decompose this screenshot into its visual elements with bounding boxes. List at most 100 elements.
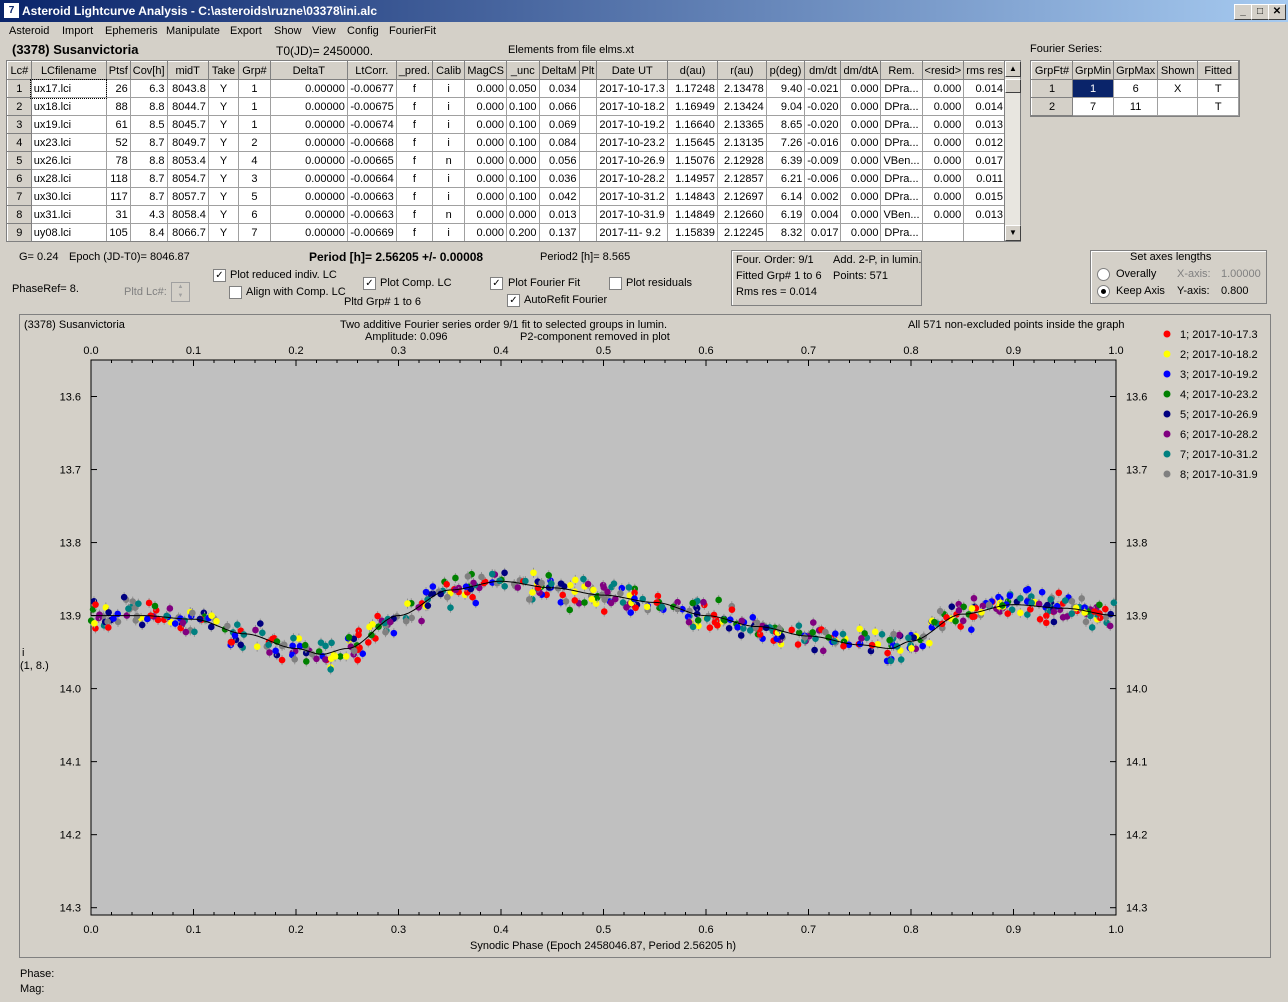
data-point <box>237 641 245 649</box>
data-point <box>1096 601 1103 609</box>
data-point <box>584 580 592 588</box>
data-point <box>179 619 187 626</box>
y-axis-label: i <box>22 647 25 659</box>
data-point <box>278 656 286 664</box>
y-tick-label: 14.1 <box>60 757 81 769</box>
legend-marker <box>1163 450 1171 458</box>
y-tick-label: 14.3 <box>60 903 81 915</box>
y-tick-label: 13.6 <box>60 392 81 404</box>
data-point <box>444 593 451 601</box>
legend-label: 2; 2017-10-18.2 <box>1180 349 1258 361</box>
x-tick-label-top: 0.6 <box>698 345 713 357</box>
legend-label: 4; 2017-10-23.2 <box>1180 389 1258 401</box>
legend-label: 7; 2017-10-31.2 <box>1180 449 1258 461</box>
data-point <box>317 639 325 647</box>
data-point <box>703 615 711 622</box>
data-point <box>331 653 339 660</box>
x-tick-label: 0.8 <box>903 924 918 936</box>
data-point <box>538 579 545 587</box>
data-point <box>138 621 146 629</box>
data-point <box>1110 599 1118 606</box>
plot-object-name: (3378) Susanvictoria <box>24 319 125 331</box>
data-point <box>1107 610 1115 618</box>
data-point <box>328 639 335 647</box>
data-point <box>734 624 741 631</box>
data-point <box>801 634 809 641</box>
data-point <box>819 647 827 655</box>
data-point <box>948 603 956 610</box>
data-point <box>714 622 721 629</box>
data-point <box>345 633 353 641</box>
data-point <box>632 604 639 612</box>
mag-readout: Mag: <box>20 983 45 995</box>
data-point <box>530 569 537 577</box>
data-point <box>514 584 522 591</box>
data-point <box>557 580 565 587</box>
data-point <box>955 607 963 614</box>
data-point <box>627 609 634 616</box>
data-point <box>208 612 215 619</box>
data-point <box>658 603 666 611</box>
data-point <box>685 618 693 626</box>
data-point <box>706 624 714 631</box>
data-point <box>92 601 99 608</box>
data-point <box>968 626 975 633</box>
data-point <box>182 628 190 636</box>
data-point <box>919 642 927 650</box>
plot-p2-note: P2-component removed in plot <box>520 331 670 343</box>
data-point <box>1017 594 1024 602</box>
data-point <box>135 600 142 607</box>
lightcurve-chart[interactable]: 0.0 0.0 0.1 0.1 0.2 0.2 0.3 0.3 0.4 0.4 0.5 0.5 0.6 0… <box>0 0 1288 1002</box>
data-point <box>737 632 745 639</box>
data-point <box>1101 605 1109 613</box>
y-tick-label: 14.0 <box>60 684 81 696</box>
data-point <box>374 612 381 620</box>
y-tick-label-right: 13.9 <box>1126 611 1147 623</box>
data-point <box>631 595 638 603</box>
data-point <box>700 598 707 606</box>
data-point <box>120 593 128 601</box>
data-point <box>1106 622 1114 630</box>
data-point <box>1017 609 1024 617</box>
data-point <box>643 603 651 611</box>
data-point <box>617 590 624 597</box>
legend-marker <box>1163 330 1171 338</box>
data-point <box>1006 592 1014 600</box>
data-point <box>884 649 891 657</box>
data-point <box>301 641 309 649</box>
legend-label: 8; 2017-10-31.9 <box>1180 469 1258 481</box>
data-point <box>133 612 141 620</box>
x-tick-label-top: 0.5 <box>596 345 611 357</box>
data-point <box>327 666 334 673</box>
data-point <box>1047 596 1054 603</box>
y-tick-label-right: 13.7 <box>1126 465 1147 477</box>
data-point <box>968 605 976 612</box>
data-point <box>625 584 633 591</box>
data-point <box>151 602 159 610</box>
data-point <box>654 592 662 600</box>
x-tick-label-top: 0.3 <box>391 345 406 357</box>
x-tick-label: 0.9 <box>1006 924 1021 936</box>
data-point <box>1022 586 1030 594</box>
data-point <box>871 628 879 636</box>
y-tick-label: 13.8 <box>60 538 81 550</box>
data-point <box>227 638 235 646</box>
data-point <box>566 606 574 614</box>
data-point <box>253 643 261 650</box>
data-point <box>581 599 588 606</box>
data-point <box>191 628 198 636</box>
data-point <box>429 583 437 590</box>
data-point <box>424 602 432 609</box>
data-point <box>342 653 350 660</box>
phase-readout: Phase: <box>20 968 55 980</box>
x-tick-label-top: 0.7 <box>801 345 816 357</box>
data-point <box>105 609 112 616</box>
data-point <box>623 604 630 611</box>
data-point <box>926 639 933 647</box>
data-point <box>303 658 310 665</box>
data-point <box>809 629 816 636</box>
data-point <box>265 641 272 649</box>
x-axis-label: Synodic Phase (Epoch 2458046.87, Period … <box>470 940 736 952</box>
data-point <box>567 582 574 589</box>
data-point <box>858 635 865 642</box>
